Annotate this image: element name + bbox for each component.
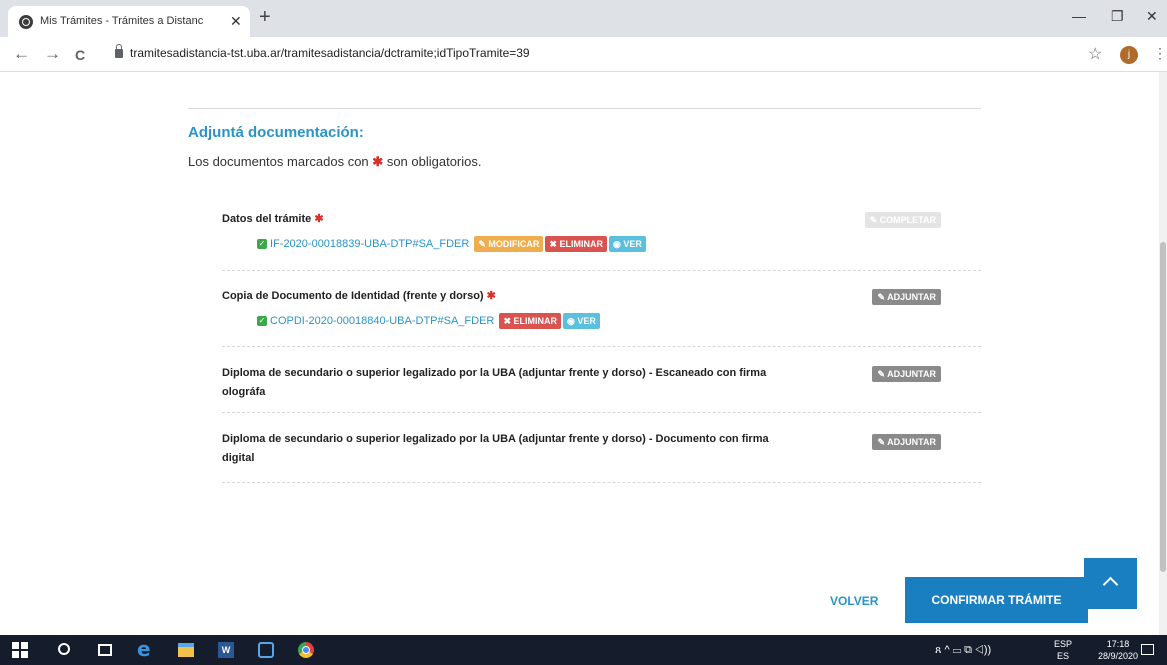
- view-label: VER: [623, 239, 642, 249]
- document-title-text: Copia de Documento de Identidad (frente …: [222, 290, 484, 302]
- document-title-line2: olográfa: [222, 386, 266, 398]
- keyboard-code: ES: [1057, 651, 1070, 661]
- section-title: Adjuntá documentación:: [188, 124, 364, 141]
- attach-button[interactable]: ✎ ADJUNTAR: [872, 434, 941, 450]
- required-star-icon: ✱: [372, 154, 384, 169]
- clock[interactable]: 17:18 28/9/2020: [1098, 638, 1138, 662]
- profile-avatar[interactable]: j: [1120, 46, 1138, 64]
- system-tray-icons[interactable]: ጸ ^ ▭ ⧉ ◁)): [935, 644, 991, 657]
- address-bar: ← → C tramitesadistancia-tst.uba.ar/tram…: [0, 37, 1167, 72]
- browser-tab-strip: Mis Trámites - Trámites a Distanc ✕ + — …: [0, 0, 1167, 37]
- modify-label: MODIFICAR: [488, 239, 540, 249]
- file-explorer-icon[interactable]: [178, 643, 194, 657]
- file-link[interactable]: COPDI-2020-00018840-UBA-DTP#SA_FDER: [270, 315, 494, 327]
- notification-icon[interactable]: [1141, 644, 1154, 655]
- document-title: Copia de Documento de Identidad (frente …: [222, 287, 802, 306]
- language-code: ESP: [1054, 639, 1073, 649]
- tab-close-icon[interactable]: ✕: [230, 13, 242, 30]
- tag-icon: ✎: [877, 292, 885, 302]
- attach-label: ADJUNTAR: [887, 437, 936, 447]
- word-icon[interactable]: W: [218, 642, 234, 658]
- scroll-to-top-button[interactable]: [1084, 558, 1137, 609]
- delete-button[interactable]: ✖ ELIMINAR: [499, 313, 561, 329]
- document-title-text: Datos del trámite: [222, 213, 312, 225]
- browser-tab[interactable]: Mis Trámites - Trámites a Distanc ✕: [8, 6, 250, 37]
- lock-icon[interactable]: [115, 44, 123, 58]
- complete-label: COMPLETAR: [879, 215, 936, 225]
- attach-button[interactable]: ✎ ADJUNTAR: [872, 366, 941, 382]
- required-note-text: Los documentos marcados con: [188, 154, 369, 169]
- delete-button[interactable]: ✖ ELIMINAR: [545, 236, 607, 252]
- tab-title: Mis Trámites - Trámites a Distanc: [40, 15, 204, 27]
- reload-icon[interactable]: C: [75, 47, 85, 64]
- attach-label: ADJUNTAR: [887, 292, 936, 302]
- language-indicator[interactable]: ESP ES: [1054, 638, 1072, 662]
- divider: [188, 108, 981, 109]
- document-row-datos-tramite: Datos del trámite ✱ ✓ IF-2020-00018839-UB…: [222, 200, 981, 271]
- forward-icon[interactable]: →: [44, 45, 61, 62]
- check-icon: ✓: [257, 316, 267, 326]
- chrome-icon[interactable]: [298, 642, 314, 658]
- required-star-icon: ✱: [314, 213, 324, 225]
- attach-button[interactable]: ✎ ADJUNTAR: [872, 289, 941, 305]
- bookmark-star-icon[interactable]: ☆: [1088, 44, 1102, 64]
- document-title: Datos del trámite ✱: [222, 210, 802, 229]
- required-star-icon: ✱: [486, 290, 496, 302]
- check-icon: ✓: [257, 239, 267, 249]
- back-icon[interactable]: ←: [13, 45, 30, 62]
- delete-label: ELIMINAR: [559, 239, 603, 249]
- back-button[interactable]: VOLVER: [830, 594, 878, 608]
- url-field[interactable]: tramitesadistancia-tst.uba.ar/tramitesad…: [130, 46, 530, 60]
- windows-taskbar: e W ጸ ^ ▭ ⧉ ◁)) ESP ES 17:18 28/9/2020: [0, 635, 1167, 665]
- tag-icon: ✎: [877, 437, 885, 447]
- delete-label: ELIMINAR: [513, 316, 557, 326]
- file-link[interactable]: IF-2020-00018839-UBA-DTP#SA_FDER: [270, 238, 469, 250]
- task-view-icon[interactable]: [98, 644, 112, 656]
- page-scrollbar[interactable]: [1159, 72, 1167, 635]
- document-title-line2: digital: [222, 452, 255, 464]
- document-title: Diploma de secundario o superior legaliz…: [222, 364, 802, 402]
- modify-button[interactable]: ✎ MODIFICAR: [474, 236, 544, 252]
- edge-browser-icon[interactable]: e: [137, 637, 153, 661]
- required-note: Los documentos marcados con ✱ son obliga…: [188, 154, 481, 170]
- document-row-diploma-escaneado: Diploma de secundario o superior legaliz…: [222, 347, 981, 413]
- page-viewport: Adjuntá documentación: Los documentos ma…: [0, 72, 1167, 635]
- view-label: VER: [577, 316, 596, 326]
- clock-date: 28/9/2020: [1098, 651, 1139, 661]
- required-note-text-end: son obligatorios.: [386, 154, 482, 169]
- pencil-icon: ✎: [869, 215, 878, 225]
- attached-file: ✓ IF-2020-00018839-UBA-DTP#SA_FDER ✎ MODI…: [257, 236, 646, 252]
- new-tab-button[interactable]: +: [259, 7, 271, 27]
- document-title-line1: Diploma de secundario o superior legaliz…: [222, 367, 767, 379]
- document-row-diploma-digital: Diploma de secundario o superior legaliz…: [222, 413, 981, 483]
- attached-file: ✓ COPDI-2020-00018840-UBA-DTP#SA_FDER ✖ E…: [257, 313, 600, 329]
- document-row-copia-dni: Copia de Documento de Identidad (frente …: [222, 271, 981, 347]
- search-icon[interactable]: [58, 643, 70, 655]
- close-window-button[interactable]: ✕: [1146, 8, 1158, 25]
- view-button[interactable]: ◉ VER: [608, 236, 646, 252]
- clock-time: 17:18: [1106, 639, 1130, 649]
- confirm-button[interactable]: CONFIRMAR TRÁMITE: [905, 577, 1088, 623]
- scrollbar-thumb[interactable]: [1160, 242, 1166, 572]
- tag-icon: ✎: [877, 369, 885, 379]
- restore-button[interactable]: ❐: [1111, 8, 1124, 25]
- view-button[interactable]: ◉ VER: [562, 313, 600, 329]
- browser-menu-icon[interactable]: ⋮: [1153, 46, 1167, 60]
- security-shield-icon[interactable]: [258, 642, 274, 658]
- document-title-line1: Diploma de secundario o superior legaliz…: [222, 433, 769, 445]
- site-favicon-icon: [19, 15, 33, 29]
- complete-button[interactable]: ✎ COMPLETAR: [864, 212, 941, 228]
- attach-label: ADJUNTAR: [887, 369, 936, 379]
- windows-start-icon[interactable]: [12, 642, 28, 658]
- minimize-button[interactable]: —: [1072, 8, 1086, 24]
- document-title: Diploma de secundario o superior legaliz…: [222, 430, 802, 468]
